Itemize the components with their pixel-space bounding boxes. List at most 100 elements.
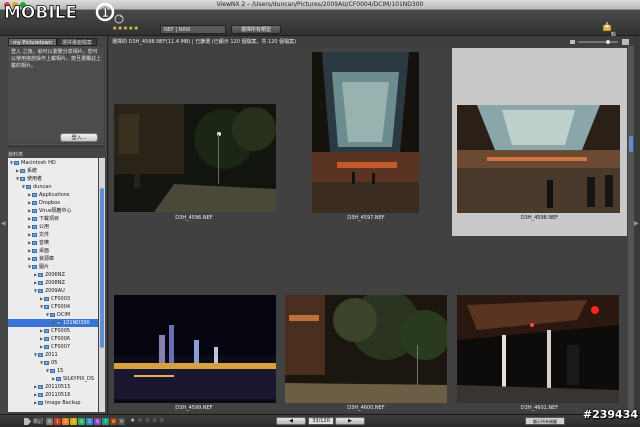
- tree-item[interactable]: ▶ 下載項目: [8, 215, 98, 223]
- tree-item-label: 資源庫: [39, 256, 55, 262]
- folder-icon: [44, 344, 49, 349]
- tree-item[interactable]: ▶ Applications: [8, 191, 98, 199]
- left-panel-tabs: my Picturetown 選擇畫面檔案: [8, 38, 97, 46]
- folder-icon: [20, 168, 25, 173]
- folder-icon: [38, 280, 43, 285]
- folder-icon: [38, 288, 43, 293]
- show-all-thumbnails-button[interactable]: 顯示所有縮圖: [525, 417, 565, 425]
- thumbnail-item[interactable]: D3H_4596.NEF: [109, 46, 279, 232]
- tree-item[interactable]: ▶ 文件: [8, 231, 98, 239]
- color-label-1[interactable]: 1: [54, 418, 61, 425]
- folder-icon: [32, 208, 37, 213]
- tree-item[interactable]: ▼ 2009AU: [8, 287, 98, 295]
- status-bar: 標記 0123456789 ★ ☆ ☆ ☆ ☆ ◀ 33/120 ▶ 顯示所有縮…: [0, 414, 640, 427]
- folder-tree-scrollbar[interactable]: [99, 158, 105, 412]
- tree-item-label: 文件: [39, 232, 50, 238]
- color-label-2[interactable]: 2: [62, 418, 69, 425]
- tree-item-selected[interactable]: ▶ 101ND300: [8, 319, 98, 327]
- select-all-types-button[interactable]: 選擇所有類型: [231, 25, 281, 34]
- color-label-4[interactable]: 4: [78, 418, 85, 425]
- tree-item[interactable]: ▶ CF0006: [8, 335, 98, 343]
- tree-item-label: 圖片: [39, 264, 50, 270]
- tree-item[interactable]: ▶ 20110516: [8, 391, 98, 399]
- color-label-0[interactable]: 0: [46, 418, 53, 425]
- tree-item[interactable]: ▶ Image Backup: [8, 399, 98, 407]
- tree-item-label: CF0004: [51, 304, 71, 310]
- thumbnail-size-slider[interactable]: [570, 39, 630, 45]
- mobile01-logo: MOBILE 1: [4, 3, 115, 23]
- folder-icon: [32, 200, 37, 205]
- thumbnail-item[interactable]: D3H_4601.NEF: [452, 294, 627, 412]
- folder-icon: [44, 336, 49, 341]
- next-image-button[interactable]: ▶: [335, 417, 365, 425]
- thumbnail-image[interactable]: [114, 295, 276, 403]
- tree-item[interactable]: ▶ SILKYPIX_DS: [8, 375, 98, 383]
- tree-item[interactable]: ▼ 15: [8, 367, 98, 375]
- tab-select-files[interactable]: 選擇畫面檔案: [56, 38, 97, 46]
- tree-item[interactable]: ▶ 音樂: [8, 239, 98, 247]
- tree-item[interactable]: ▶ CF0007: [8, 343, 98, 351]
- tree-item[interactable]: ▼ DCIM: [8, 311, 98, 319]
- tree-item-label: 20110516: [45, 392, 71, 398]
- tree-item[interactable]: ▶ Dropbox: [8, 199, 98, 207]
- tree-item[interactable]: ▼ Macintosh HD: [8, 159, 98, 167]
- folder-icon: [32, 240, 37, 245]
- color-label-6[interactable]: 6: [94, 418, 101, 425]
- tree-item[interactable]: ▶ 公用: [8, 223, 98, 231]
- tree-item[interactable]: ▶ 系統: [8, 167, 98, 175]
- file-format-select[interactable]: NEF | NRW: [160, 25, 226, 34]
- tree-item[interactable]: ▼ 使用者: [8, 175, 98, 183]
- tab-my-picturetown[interactable]: my Picturetown: [8, 38, 57, 46]
- tree-item[interactable]: ▶ 20110515: [8, 383, 98, 391]
- tree-item[interactable]: ▼ duncan: [8, 183, 98, 191]
- previous-image-button[interactable]: ◀: [276, 417, 306, 425]
- folder-icon: [38, 352, 43, 357]
- folder-icon: [32, 216, 37, 221]
- login-button[interactable]: 登入...: [60, 133, 98, 142]
- tree-item-label: Dropbox: [39, 200, 61, 206]
- folder-icon: [32, 224, 37, 229]
- thumbnail-image[interactable]: [312, 52, 419, 213]
- thumbnail-item[interactable]: D3H_4597.NEF: [281, 46, 451, 232]
- tree-item-label: 使用者: [27, 176, 43, 182]
- thumbnail-grid: D3H_4596.NEF D3H_4597.NEF D3H_4598.NEF D…: [109, 46, 629, 412]
- thumbnail-image[interactable]: [457, 105, 620, 213]
- tree-item-label: CF0006: [51, 336, 71, 342]
- tree-item[interactable]: ▶ CF0005: [8, 327, 98, 335]
- thumbnail-image[interactable]: [457, 295, 619, 403]
- tree-item[interactable]: ▶ 2006NZ: [8, 271, 98, 279]
- tree-item[interactable]: ▼ 圖片: [8, 263, 98, 271]
- rating-stars-bar[interactable]: ★ ☆ ☆ ☆ ☆: [130, 417, 165, 424]
- color-label-8[interactable]: 8: [110, 418, 117, 425]
- tree-item[interactable]: ▼ 2011: [8, 351, 98, 359]
- folder-icon: [32, 248, 37, 253]
- tree-item[interactable]: ▶ CF0003: [8, 295, 98, 303]
- tree-item[interactable]: ▶ Virus隔離中心: [8, 207, 98, 215]
- color-label-3[interactable]: 3: [70, 418, 77, 425]
- panel-divider[interactable]: [8, 144, 104, 148]
- folder-icon: [32, 232, 37, 237]
- scrollbar-thumb[interactable]: [629, 136, 633, 152]
- tree-item[interactable]: ▶ 桌面: [8, 247, 98, 255]
- collapse-right-panel-arrow[interactable]: ▶: [634, 220, 639, 230]
- rating-stars[interactable]: ★★★★★: [112, 25, 139, 32]
- thumbnail-item[interactable]: D3H_4600.NEF: [281, 294, 451, 412]
- folder-icon: [32, 192, 37, 197]
- thumbnail-item[interactable]: D3H_4599.NEF: [109, 294, 279, 412]
- thumbnail-filename: D3H_4599.NEF: [175, 405, 213, 411]
- rating-filter[interactable]: ★★★★★: [112, 25, 139, 32]
- color-label-9[interactable]: 9: [118, 418, 125, 425]
- thumbnail-item-selected[interactable]: D3H_4598.NEF: [452, 48, 627, 236]
- tree-item[interactable]: ▶ 2008NZ: [8, 279, 98, 287]
- scrollbar-thumb[interactable]: [100, 188, 104, 348]
- tree-item-label: CF0005: [51, 328, 71, 334]
- color-label-5[interactable]: 5: [86, 418, 93, 425]
- tree-item[interactable]: ▶ 資源庫: [8, 255, 98, 263]
- color-label-7[interactable]: 7: [102, 418, 109, 425]
- thumbnail-image[interactable]: [114, 104, 276, 212]
- collapse-left-panel-arrow[interactable]: ◀: [1, 220, 6, 230]
- thumbnail-image[interactable]: [285, 295, 447, 403]
- folder-icon: [38, 400, 43, 405]
- tree-item[interactable]: ▼ CF0004: [8, 303, 98, 311]
- tree-item[interactable]: ▼ 05: [8, 359, 98, 367]
